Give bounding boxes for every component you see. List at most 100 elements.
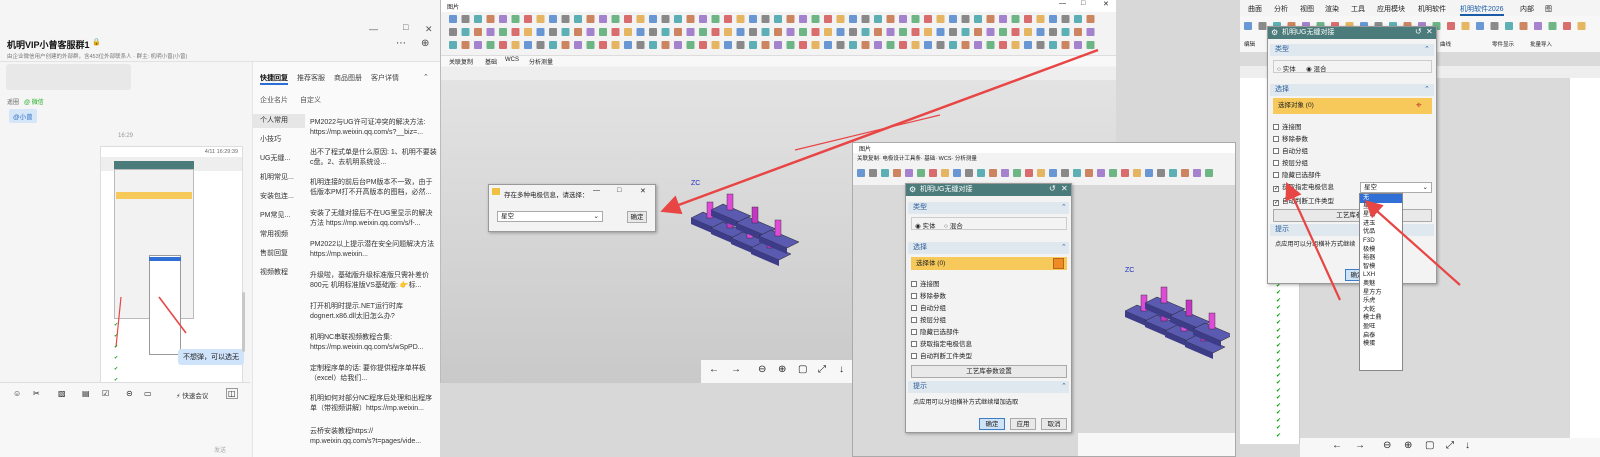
reset-icon[interactable]: ↺ — [1049, 184, 1056, 193]
close-button[interactable]: ✕ — [425, 24, 433, 35]
download-button[interactable]: ↓ — [839, 364, 844, 375]
ribbon-tab[interactable]: 应用模块 — [1377, 4, 1405, 14]
radio-mixed[interactable]: ◉ 混合 — [1306, 63, 1326, 73]
checklist-icon[interactable]: ☑ — [102, 389, 109, 398]
close-icon[interactable]: ✕ — [1426, 27, 1433, 36]
zoom-out-button[interactable]: ⊖ — [758, 364, 766, 375]
minimize-button[interactable]: — — [369, 24, 378, 34]
option-connect[interactable]: 连接图 — [911, 280, 940, 289]
dialog-maximize[interactable]: □ — [617, 187, 621, 194]
option-get-electrode-info[interactable]: 获取指定电极信息 — [911, 340, 972, 349]
subtab-card[interactable]: 企业名片 — [260, 95, 288, 105]
category-ug[interactable]: UG无缝... — [253, 153, 305, 163]
select-body-row[interactable]: 选择体 (0) — [911, 257, 1067, 270]
dropdown-option[interactable]: 星空 — [1360, 203, 1402, 212]
dropdown-option[interactable]: 乐虎 — [1360, 297, 1402, 306]
ribbon-tab[interactable]: 视图 — [1300, 4, 1314, 14]
menu-item[interactable]: 关联复制 — [857, 156, 879, 162]
option-connect[interactable]: 连接图 — [1273, 123, 1302, 132]
category-pm[interactable]: PM常见... — [253, 210, 305, 220]
radio-solid[interactable]: ◉ 实体 — [915, 220, 935, 230]
collapse-icon[interactable]: ⌃ — [423, 73, 429, 81]
subtab-custom[interactable]: 自定义 — [300, 95, 321, 105]
option-auto-group[interactable]: 自动分组 — [911, 304, 946, 313]
reply-icon[interactable]: ⊝ — [126, 389, 133, 398]
maximize-button[interactable]: □ — [403, 22, 408, 32]
electrode-brand-dropdown[interactable]: 无星空 星剑 进玉 优品 F3D 极模 裕器 智模 LXH 奥魅 星方方 乐虎 大乾 模士鼎 盈旺 启泰 模蛋 — [1359, 193, 1403, 371]
option-remove-params[interactable]: 移除参数 — [1273, 135, 1308, 144]
chevron-up-icon[interactable]: ⌃ — [1424, 45, 1430, 53]
menu-assoc-copy[interactable]: 关联复制 — [449, 57, 473, 66]
apply-button[interactable]: 应用 — [1010, 418, 1036, 430]
close-button[interactable]: ✕ — [1103, 0, 1109, 8]
category-videos[interactable]: 常用视频 — [253, 229, 305, 239]
zoom-in-button[interactable]: ⊕ — [1404, 440, 1412, 451]
dropdown-option[interactable]: 智模 — [1360, 263, 1402, 272]
maximize-button[interactable]: □ — [1081, 0, 1085, 7]
reply-item[interactable]: 定制程序单的话: 要你提供程序单样板（excel）给我们... — [310, 364, 438, 384]
category-personal[interactable]: 个人常用 — [253, 114, 305, 128]
ribbon-tab[interactable]: 分析 — [1274, 4, 1288, 14]
dropdown-option[interactable]: 奥魅 — [1360, 280, 1402, 289]
chevron-up-icon[interactable]: ⌃ — [1061, 243, 1067, 251]
dropdown-option[interactable]: 启泰 — [1360, 332, 1402, 341]
menu-basic[interactable]: 基础 — [485, 57, 497, 66]
select-section-header[interactable]: 选择 — [908, 242, 1069, 254]
send-button[interactable]: 发送 — [214, 445, 226, 454]
reset-icon[interactable]: ↺ — [1415, 27, 1422, 36]
tab-customer[interactable]: 客户详情 — [371, 73, 399, 83]
dialog-minimize[interactable]: — — [593, 187, 600, 194]
ok-button[interactable]: 确定 — [979, 418, 1005, 430]
zoom-out-button[interactable]: ⊖ — [1383, 440, 1391, 451]
ribbon-tab[interactable]: 图 — [1545, 4, 1552, 14]
dropdown-option[interactable]: 模士鼎 — [1360, 314, 1402, 323]
fit-button[interactable]: ▢ — [1425, 440, 1434, 451]
ribbon-tab[interactable]: 机明软件 — [1418, 4, 1446, 14]
reply-item[interactable]: 安装了无缝对接后不在UG里显示的解决方法 https://mp.weixin.q… — [310, 209, 438, 229]
menu-item[interactable]: 分析测量 — [955, 156, 977, 162]
menu-item[interactable]: 电极设计工具条 — [882, 156, 921, 162]
ribbon-tab[interactable]: 工具 — [1351, 4, 1365, 14]
download-button[interactable]: ↓ — [1465, 440, 1470, 451]
dropdown-option[interactable]: 优品 — [1360, 228, 1402, 237]
more-button[interactable]: ⋯ — [396, 38, 406, 49]
cancel-button[interactable]: 取消 — [1041, 418, 1067, 430]
param-settings-button[interactable]: 工艺库参数 — [1273, 209, 1432, 222]
menu-analysis[interactable]: 分析测量 — [529, 57, 553, 66]
menu-item[interactable]: WCS — [939, 156, 952, 162]
next-button[interactable]: → — [1355, 440, 1365, 451]
chat-icon[interactable]: ▭ — [144, 389, 152, 398]
hint-section-header[interactable]: 提示 — [908, 381, 1069, 393]
radio-solid[interactable]: ○ 实体 — [1277, 63, 1296, 73]
option-auto-judge[interactable]: 自动判断工件类型 — [911, 352, 972, 361]
minimize-button[interactable]: — — [1059, 0, 1066, 7]
chevron-up-icon[interactable]: ⌃ — [1061, 203, 1067, 211]
option-layer-group[interactable]: 按层分组 — [911, 316, 946, 325]
reply-item[interactable]: 机明连接的前后台PM版本不一致，由于低版本PM打不开高版本的图档，必然... — [310, 178, 438, 198]
dropdown-option[interactable]: 星方方 — [1360, 289, 1402, 298]
category-install[interactable]: 安装包连... — [253, 191, 305, 201]
option-hide-selected[interactable]: 隐藏已选部件 — [1273, 171, 1321, 180]
prev-button[interactable]: ← — [709, 364, 719, 375]
ribbon-tab[interactable]: 渲染 — [1325, 4, 1339, 14]
category-faq[interactable]: 机明常见... — [253, 172, 305, 182]
split-view-icon[interactable]: ◫ — [226, 388, 238, 399]
cube-icon[interactable] — [1053, 258, 1064, 269]
reply-item[interactable]: PM2022与UG许可证冲突的解决方法: https://mp.weixin.q… — [310, 118, 438, 138]
next-button[interactable]: → — [731, 364, 741, 375]
type-section-header[interactable]: 类型 — [1270, 44, 1434, 56]
reply-item[interactable]: 云桥安装教程https:// mp.weixin.qq.com/s?t=page… — [310, 427, 438, 447]
select-object-row[interactable]: 选择对象 (0) — [1273, 98, 1432, 114]
electrode-model[interactable] — [681, 180, 801, 270]
option-get-electrode-info[interactable]: ✓ 获取指定电极信息 — [1273, 183, 1334, 192]
chat-scrollbar[interactable] — [242, 292, 245, 352]
ribbon-tab-active[interactable]: 机明软件2026 — [1460, 4, 1504, 16]
electrode-model-2[interactable] — [1115, 273, 1230, 363]
radio-mixed[interactable]: ○ 混合 — [944, 220, 963, 230]
type-section-header[interactable]: 类型 — [908, 202, 1069, 214]
emoji-icon[interactable]: ☺ — [13, 389, 21, 398]
option-hide-selected[interactable]: 隐藏已选部件 — [911, 328, 959, 337]
quick-meeting-button[interactable]: ⚡ 快速会议 — [176, 390, 208, 400]
nx2-toolbar-icons[interactable] — [853, 165, 1236, 185]
tab-catalog[interactable]: 商品图册 — [334, 73, 362, 83]
